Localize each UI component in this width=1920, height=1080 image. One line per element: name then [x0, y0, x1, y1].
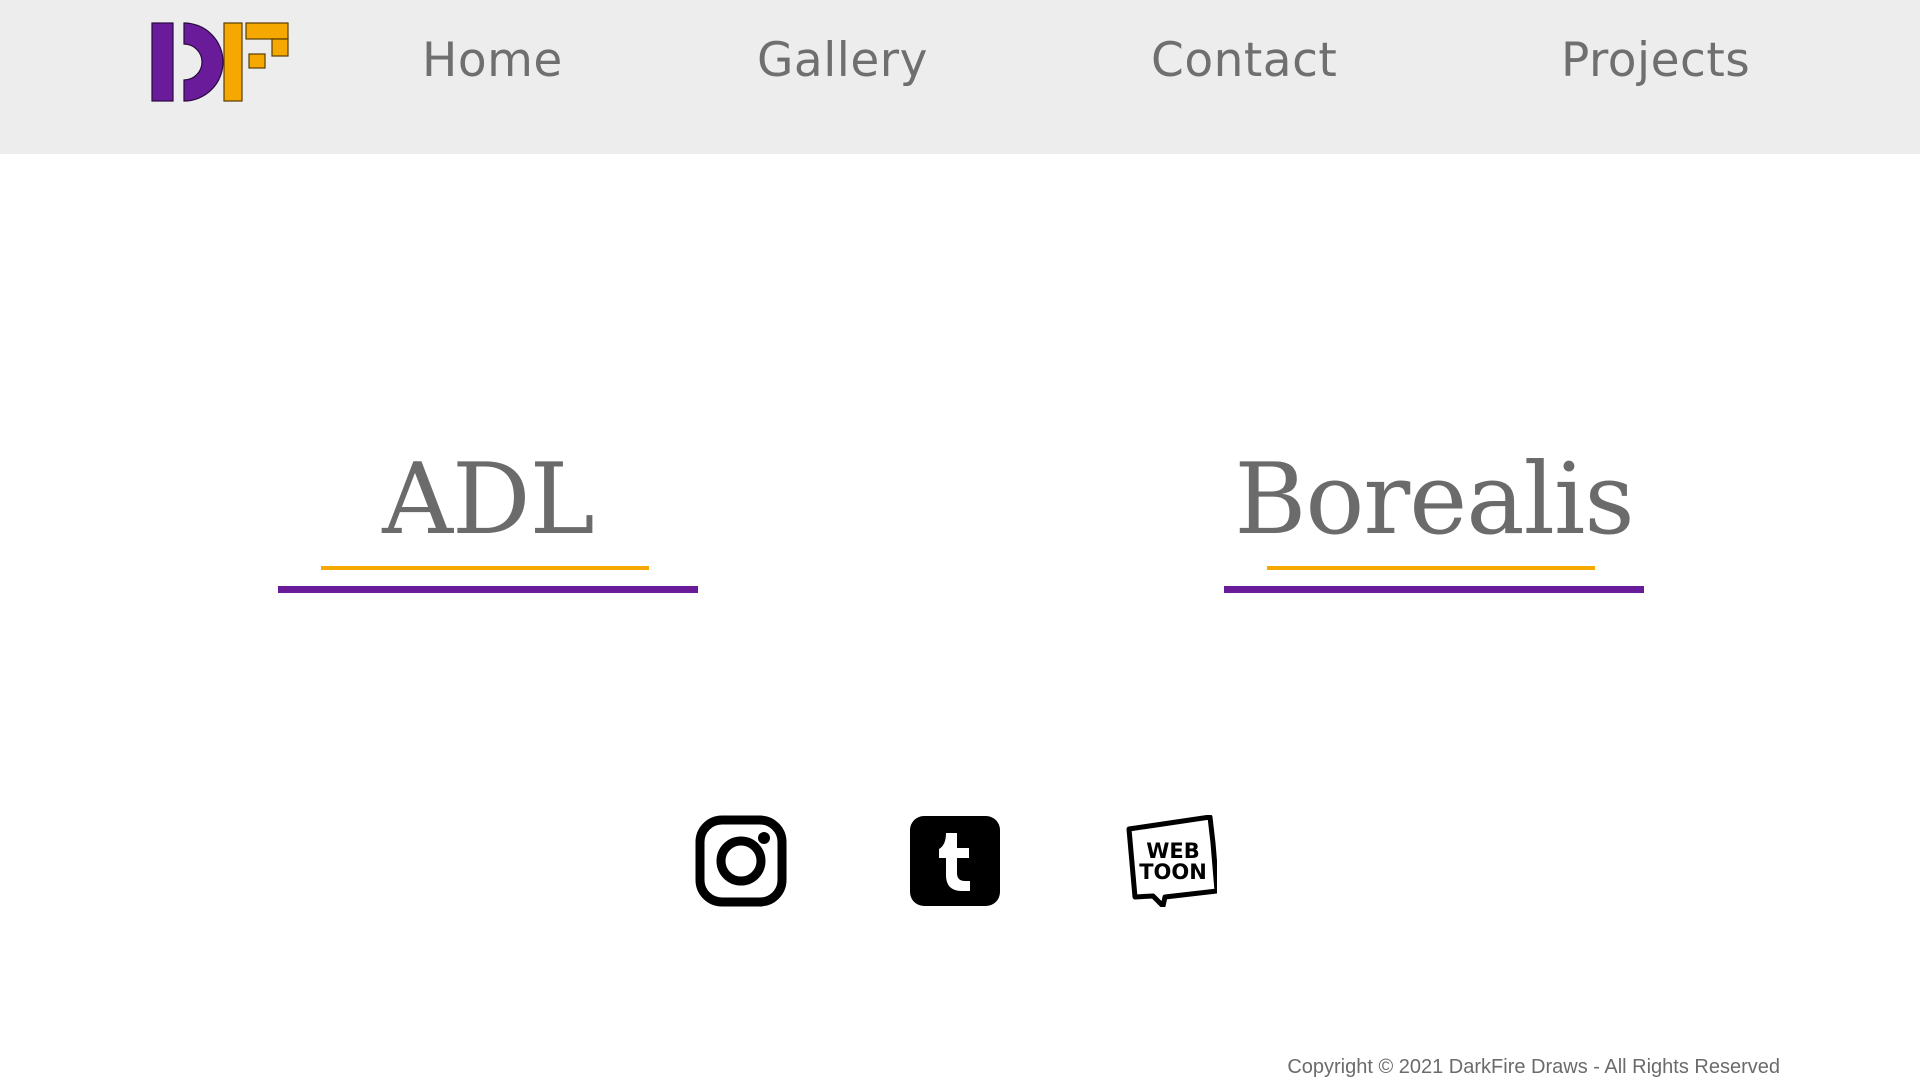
gold-underline [321, 566, 649, 570]
project-borealis-link[interactable]: Borealis [1224, 440, 1644, 600]
purple-underline [1224, 586, 1644, 593]
copyright-text: Copyright © 2021 DarkFire Draws - All Ri… [1287, 1056, 1780, 1078]
nav-gallery-link[interactable]: Gallery [757, 33, 928, 88]
project-title: ADL [382, 443, 594, 557]
nav-contact-link[interactable]: Contact [1151, 33, 1337, 88]
nav-home-link[interactable]: Home [422, 33, 563, 88]
webtoon-text-bottom: TOON [1139, 860, 1207, 884]
purple-underline [278, 586, 698, 593]
instagram-icon[interactable] [695, 815, 787, 907]
project-title: Borealis [1234, 443, 1634, 557]
navbar: Home Gallery Contact Projects [0, 0, 1920, 154]
tumblr-icon[interactable] [909, 815, 1001, 907]
gold-underline [1267, 566, 1595, 570]
nav-projects-link[interactable]: Projects [1561, 33, 1750, 88]
df-logo[interactable] [150, 22, 290, 102]
webtoon-icon[interactable]: WEB TOON [1125, 814, 1220, 909]
project-adl-link[interactable]: ADL [278, 440, 698, 600]
